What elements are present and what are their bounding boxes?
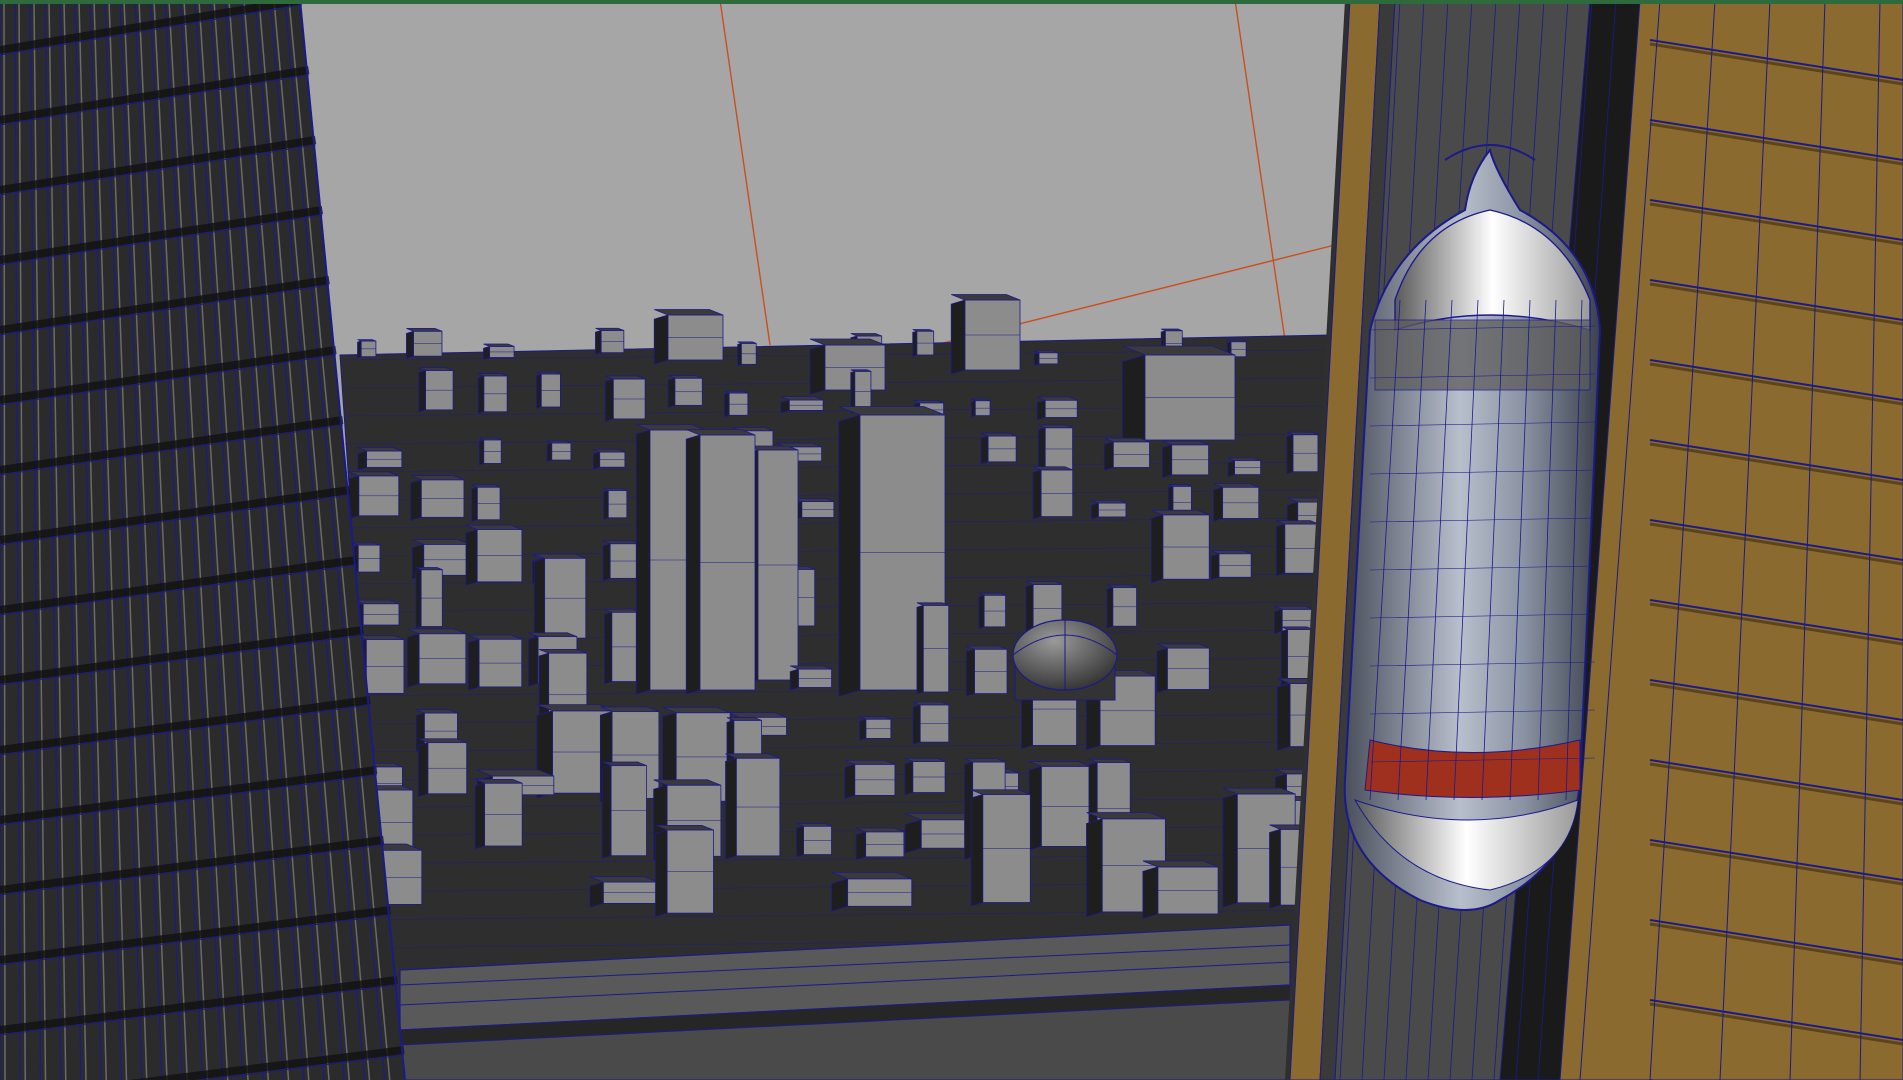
viewport-canvas[interactable] (0, 0, 1903, 1080)
dome-building-mesh (1012, 619, 1118, 701)
perspective-viewport[interactable] (0, 0, 1903, 1080)
viewport-top-border (0, 0, 1903, 4)
